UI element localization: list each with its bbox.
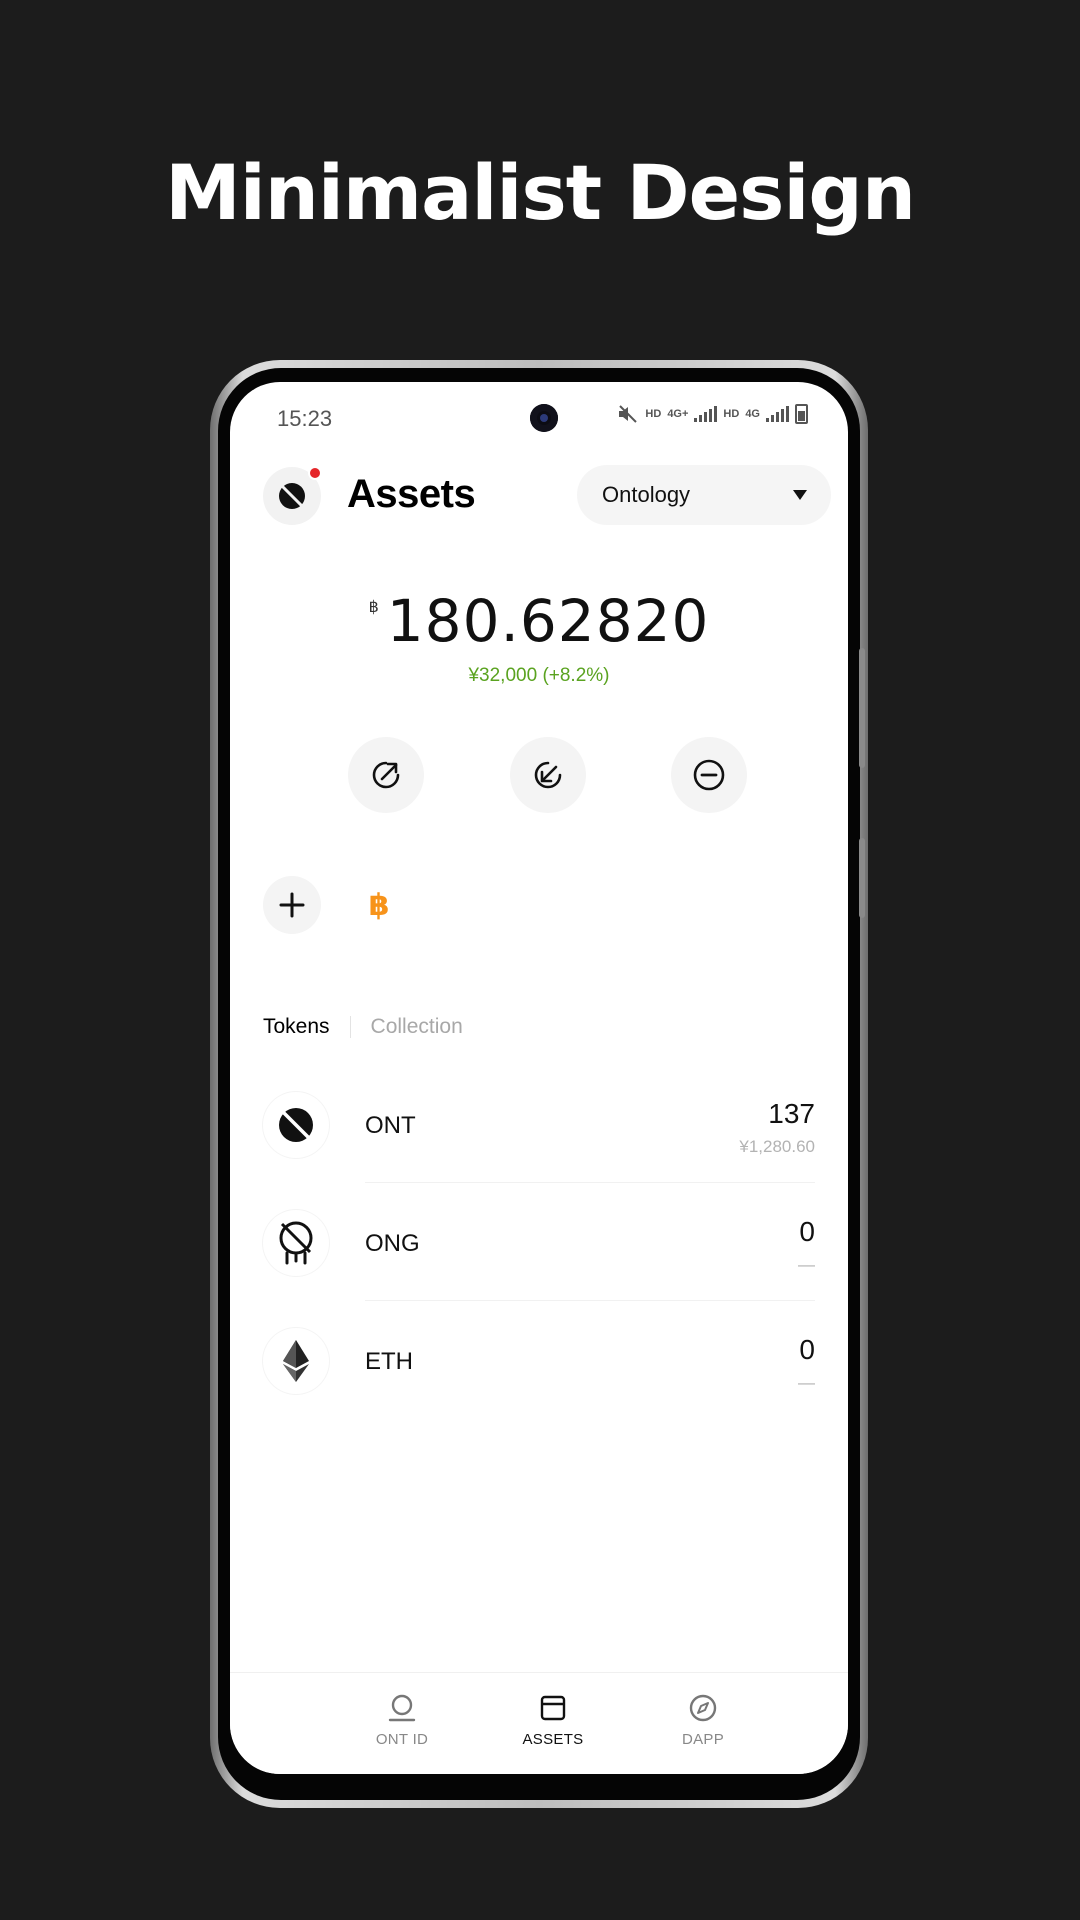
nav-assets[interactable]: ASSETS [493,1691,613,1748]
compass-icon [689,1694,717,1722]
eth-token-icon-wrap [263,1328,329,1394]
bitcoin-asset-button[interactable]: ฿ [350,876,408,934]
ont-logo-icon [278,482,306,510]
phone-bezel: 15:23 HD 4G+ HD 4G Assets Ontology ฿ 180… [218,368,865,1800]
network-type-label: 4G+ [667,408,689,420]
nav-label: DAPP [681,1731,725,1748]
user-icon [388,1694,416,1722]
hd-label-2: HD [723,408,740,420]
add-icon [279,892,305,918]
page-title: Assets [347,472,476,516]
receive-arrow-icon [534,761,562,789]
headline: Minimalist Design [165,148,916,237]
token-symbol: ONG [365,1230,420,1257]
add-asset-button[interactable] [263,876,321,934]
minus-circle-icon [693,759,725,791]
signal-icon-2 [766,406,789,422]
tab-tokens[interactable]: Tokens [263,1015,330,1039]
network-selector[interactable]: Ontology [577,465,831,525]
notification-dot [308,466,322,480]
currency-symbol: ฿ [368,599,379,616]
nav-icon-wrap [493,1691,613,1725]
token-amount: 0 [799,1216,815,1247]
battery-icon [795,404,808,424]
hd-label: HD [645,408,662,420]
token-amount: 0 [799,1334,815,1365]
network-selector-value: Ontology [602,482,691,507]
app-screen: 15:23 HD 4G+ HD 4G Assets Ontology ฿ 180… [230,382,848,1774]
token-amount: 137 [768,1098,815,1129]
token-row-ont[interactable]: ONT 137 ¥1,280.60 [263,1065,815,1183]
network-type-label-2: 4G [745,408,760,420]
token-symbol: ONT [365,1112,416,1139]
balance-fiat-change: ¥32,000 (+8.2%) [468,665,610,686]
front-camera [530,404,558,432]
ong-token-icon-wrap [263,1210,329,1276]
asset-tabs: Tokens Collection [263,1015,463,1039]
eth-icon [283,1340,309,1382]
caret-down-icon [793,490,807,500]
status-icons: HD 4G+ HD 4G [617,404,808,424]
status-bar: 15:23 HD 4G+ HD 4G [230,382,848,442]
send-arrow-icon [372,761,400,789]
tab-collection[interactable]: Collection [371,1015,463,1039]
nav-label: ONT ID [375,1731,429,1748]
nav-ont-id[interactable]: ONT ID [342,1691,462,1748]
mute-icon [619,405,638,423]
phone-frame: 15:23 HD 4G+ HD 4G Assets Ontology ฿ 180… [210,360,868,1808]
token-fiat-value: ¥1,280.60 [739,1137,815,1156]
power-button [859,648,865,768]
nav-dapp[interactable]: DAPP [643,1691,763,1748]
svg-text:฿: ฿ [369,888,390,922]
balance-display: ฿ 180.62820 [230,587,848,655]
ont-token-icon-wrap [263,1092,329,1158]
token-fiat-value: — [798,1255,815,1274]
volume-button [859,838,865,918]
receive-button[interactable] [510,737,586,813]
ont-icon [279,1108,313,1142]
token-row-eth[interactable]: ETH 0 — [263,1301,815,1419]
tab-divider [349,1016,351,1038]
balance-amount: 180.62820 [386,587,710,655]
nav-label: ASSETS [522,1731,584,1748]
nav-icon-wrap [643,1691,763,1725]
wallet-icon [540,1695,566,1721]
signal-icon [694,406,718,422]
ong-icon [279,1221,313,1265]
send-button[interactable] [348,737,424,813]
status-time: 15:23 [277,406,333,431]
token-fiat-value: — [798,1373,815,1392]
withdraw-button[interactable] [671,737,747,813]
bottom-nav: ONT ID ASSETS DAPP [230,1672,848,1774]
token-symbol: ETH [365,1348,413,1375]
nav-icon-wrap [342,1691,462,1725]
token-row-ong[interactable]: ONG 0 — [263,1183,815,1301]
bitcoin-icon: ฿ [369,888,390,922]
